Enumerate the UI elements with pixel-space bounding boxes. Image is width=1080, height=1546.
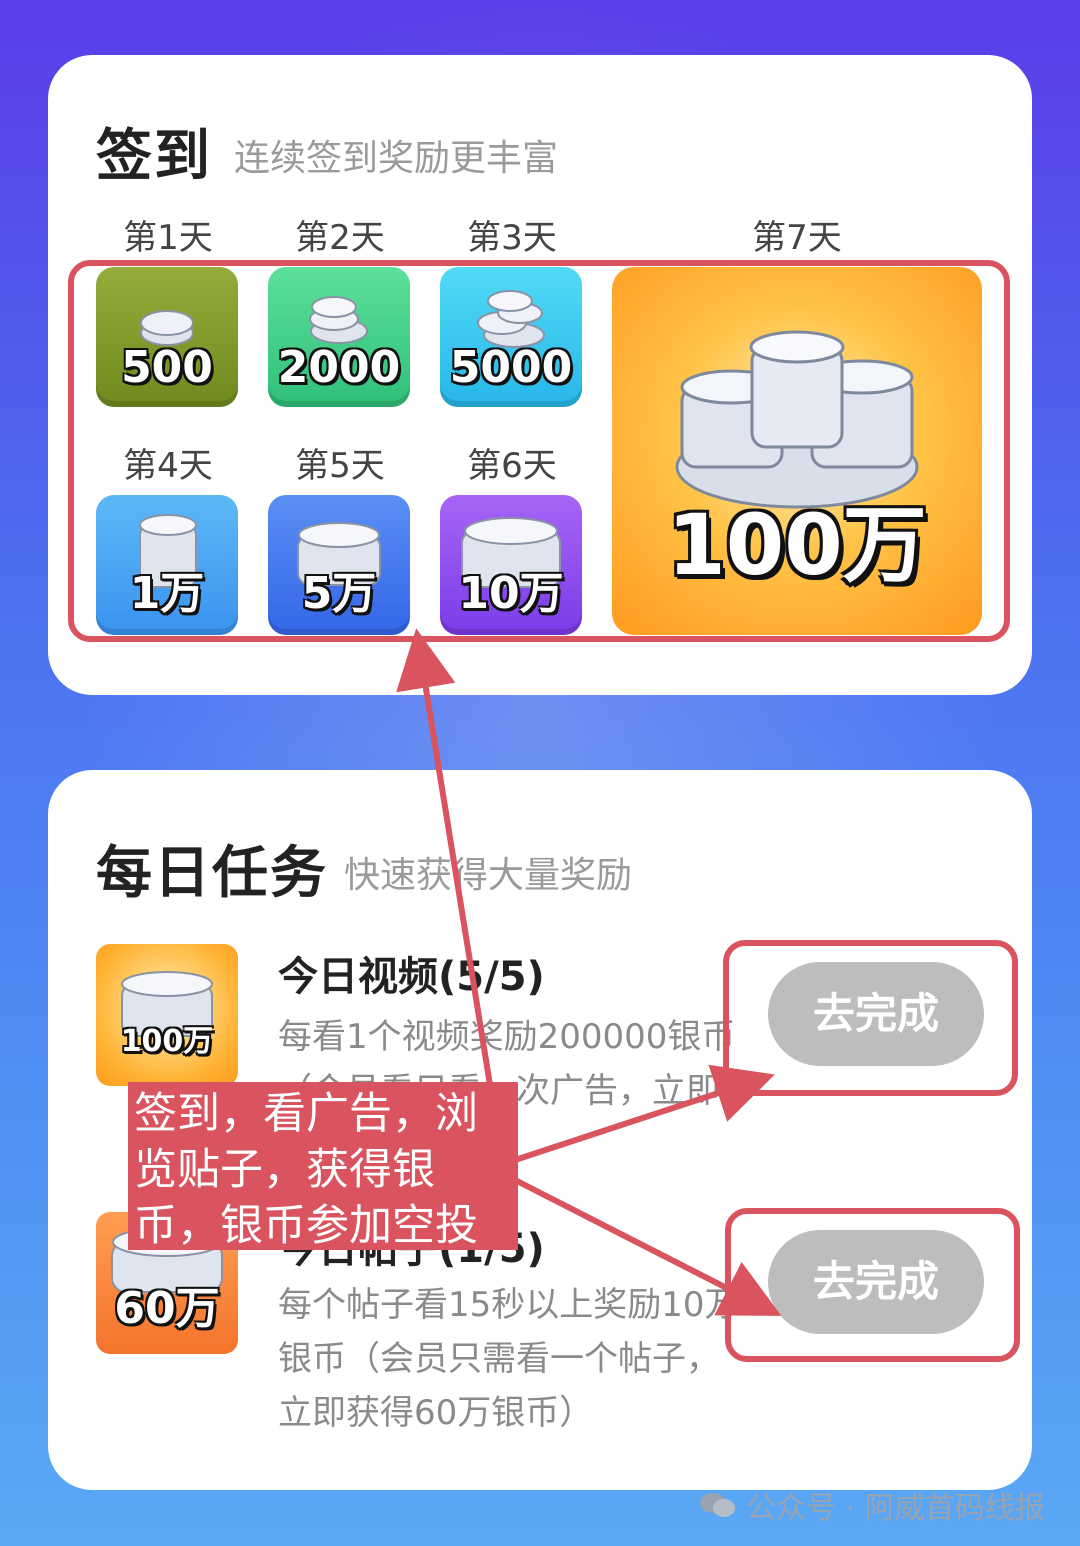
watermark: 公众号 · 阿威首码线报: [698, 1483, 1045, 1527]
callout-line: 币，银币参加空投: [134, 1201, 478, 1251]
annotation-callout: 签到，看广告，浏 览贴子，获得银 币，银币参加空投: [128, 1082, 518, 1251]
arrow-to-button-2: [513, 1177, 782, 1316]
wechat-icon: [700, 1493, 735, 1517]
callout-line: 签到，看广告，浏: [134, 1089, 478, 1139]
watermark-text: 公众号 · 阿威首码线报: [746, 1491, 1045, 1526]
arrow-to-signin: [396, 628, 493, 1086]
arrow-to-button-1: [514, 1064, 775, 1163]
annotation-arrows: [396, 628, 782, 1316]
callout-line: 览贴子，获得银: [134, 1145, 435, 1195]
